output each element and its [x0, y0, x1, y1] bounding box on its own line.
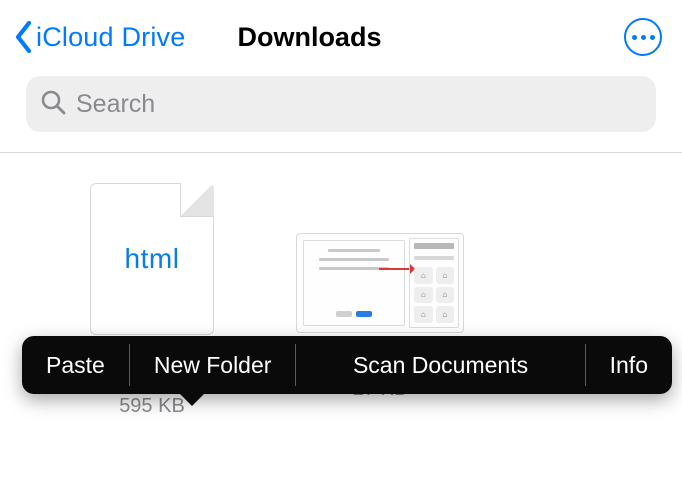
page-title: Downloads	[237, 22, 381, 53]
back-button[interactable]: iCloud Drive	[14, 20, 185, 54]
more-actions-button[interactable]	[624, 18, 662, 56]
ctx-scan-documents[interactable]: Scan Documents	[296, 336, 584, 394]
search-input[interactable]	[76, 90, 642, 119]
search-wrap	[0, 70, 682, 152]
file-type-label: html	[125, 243, 180, 275]
ctx-info[interactable]: Info	[586, 336, 672, 394]
ellipsis-icon	[632, 35, 655, 40]
header-bar: iCloud Drive Downloads	[0, 0, 682, 70]
page-fold-icon	[180, 183, 214, 217]
file-thumbnail-image[interactable]: ⌂⌂ ⌂⌂ ⌂⌂	[296, 233, 464, 333]
context-menu: Paste New Folder Scan Documents Info	[22, 336, 672, 394]
ctx-paste[interactable]: Paste	[22, 336, 129, 394]
search-field[interactable]	[26, 76, 656, 132]
ctx-new-folder[interactable]: New Folder	[130, 336, 296, 394]
context-menu-pointer-icon	[178, 392, 206, 420]
back-label: iCloud Drive	[36, 22, 185, 53]
search-icon	[40, 89, 66, 120]
chevron-left-icon	[14, 20, 34, 54]
file-thumbnail-html[interactable]: html	[90, 183, 214, 335]
